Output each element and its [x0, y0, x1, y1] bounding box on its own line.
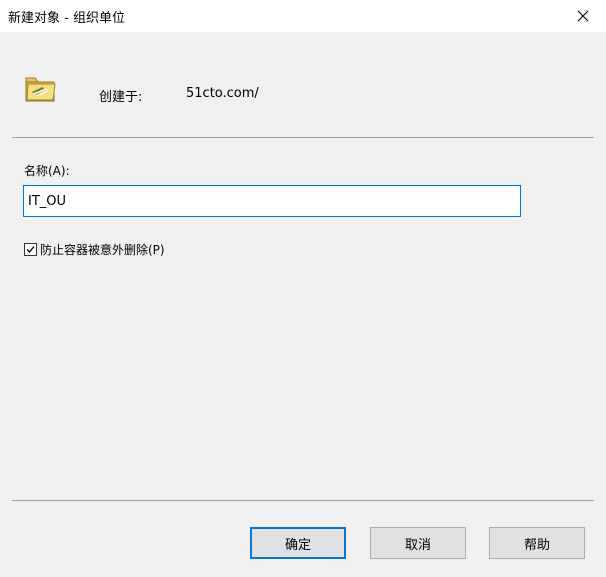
ok-button[interactable]: 确定 — [250, 527, 346, 559]
name-input[interactable] — [23, 185, 521, 217]
separator-bottom — [12, 500, 594, 501]
title-bar: 新建对象 - 组织单位 — [0, 0, 606, 32]
created-in-value: 51cto.com/ — [186, 86, 259, 101]
folder-icon — [25, 77, 56, 102]
checkbox-box[interactable] — [24, 243, 37, 256]
checkmark-icon — [26, 246, 35, 253]
name-label: 名称(A): — [24, 164, 70, 178]
window-title: 新建对象 - 组织单位 — [8, 11, 125, 26]
protect-from-deletion-checkbox[interactable]: 防止容器被意外删除(P) — [24, 241, 165, 258]
help-button[interactable]: 帮助 — [489, 527, 585, 559]
cancel-button[interactable]: 取消 — [370, 527, 466, 559]
separator-top — [12, 137, 594, 138]
protect-from-deletion-label: 防止容器被意外删除(P) — [40, 243, 165, 257]
close-icon — [577, 10, 589, 22]
new-object-dialog: 新建对象 - 组织单位 创建于: 51cto.com/ 名称(A): 防止容器被… — [0, 0, 606, 577]
created-in-label: 创建于: — [99, 90, 143, 105]
close-button[interactable] — [560, 0, 606, 32]
